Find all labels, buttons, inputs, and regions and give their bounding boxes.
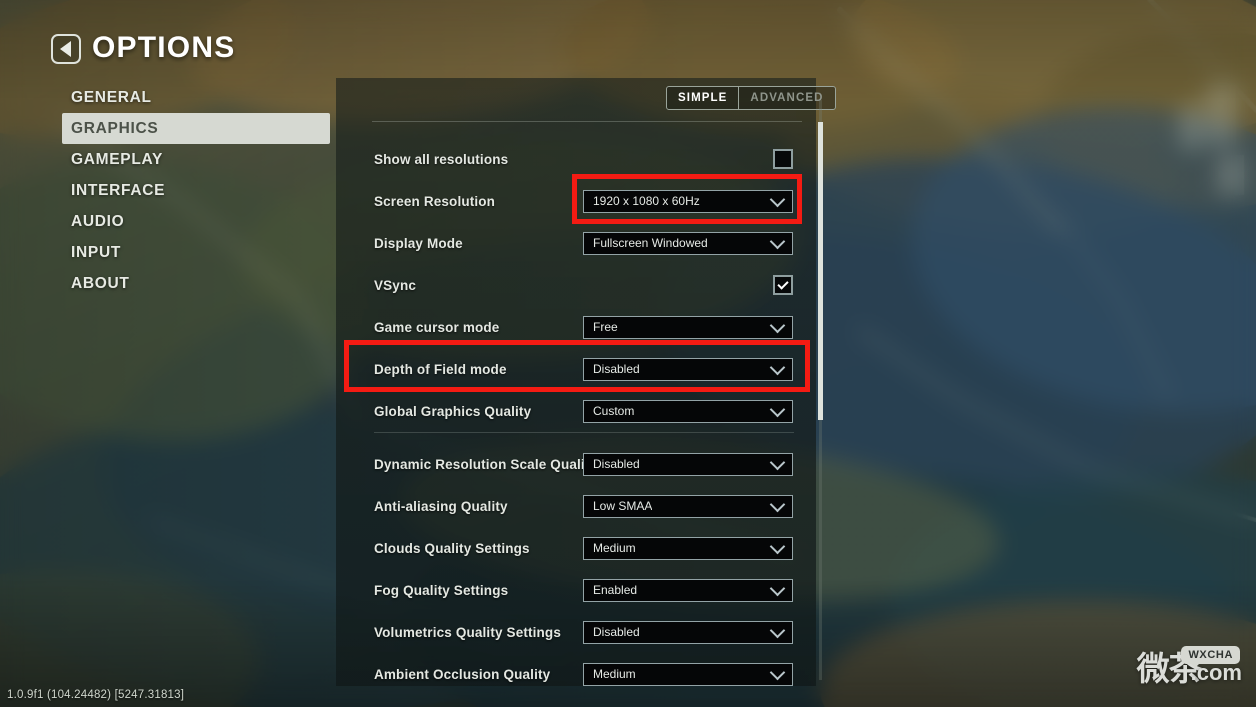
setting-row: Dynamic Resolution Scale Quality Disabled (336, 443, 816, 485)
setting-row: Ambient Occlusion Quality Medium (336, 653, 816, 695)
setting-dropdown[interactable]: Enabled (583, 578, 793, 602)
dropdown-value: Disabled (593, 457, 640, 471)
chevron-down-icon (769, 664, 786, 681)
scrollbar-thumb[interactable] (818, 122, 823, 420)
tab-simple[interactable]: SIMPLE (667, 87, 738, 109)
setting-row: Clouds Quality Settings Medium (336, 527, 816, 569)
setting-dropdown[interactable]: Fullscreen Windowed (583, 231, 793, 255)
chevron-down-icon (769, 496, 786, 513)
back-button[interactable] (51, 34, 81, 64)
sidebar-item-audio[interactable]: AUDIO (62, 206, 330, 237)
setting-row: Show all resolutions (336, 138, 816, 180)
chevron-down-icon (769, 359, 786, 376)
sidebar-item-label: GAMEPLAY (71, 150, 164, 168)
setting-label: Dynamic Resolution Scale Quality (374, 456, 598, 472)
setting-label: Ambient Occlusion Quality (374, 666, 551, 682)
setting-label: Display Mode (374, 235, 463, 251)
setting-row: VSync (336, 264, 816, 306)
setting-label: Depth of Field mode (374, 361, 507, 377)
chevron-down-icon (769, 191, 786, 208)
back-arrow-icon (59, 41, 71, 57)
setting-row: Global Graphics Quality Custom (336, 390, 816, 432)
sidebar-item-label: INPUT (71, 243, 121, 261)
sidebar-item-interface[interactable]: INTERFACE (62, 175, 330, 206)
setting-dropdown[interactable]: Medium (583, 536, 793, 560)
sidebar-item-label: GENERAL (71, 88, 152, 106)
chevron-down-icon (769, 401, 786, 418)
setting-row: Game cursor mode Free (336, 306, 816, 348)
options-header: OPTIONS (0, 0, 1256, 78)
setting-row: Depth of Field mode Disabled (336, 348, 816, 390)
setting-checkbox[interactable] (773, 149, 793, 169)
settings-section-divider (374, 432, 794, 433)
chevron-down-icon (769, 454, 786, 471)
setting-dropdown[interactable]: Medium (583, 662, 793, 686)
chevron-down-icon (769, 538, 786, 555)
sidebar-item-general[interactable]: GENERAL (62, 82, 330, 113)
sidebar-item-gameplay[interactable]: GAMEPLAY (62, 144, 330, 175)
setting-dropdown[interactable]: Disabled (583, 620, 793, 644)
setting-label: Anti-aliasing Quality (374, 498, 508, 514)
dropdown-value: Disabled (593, 362, 640, 376)
version-label: 1.0.9f1 (104.24482) [5247.31813] (7, 689, 185, 701)
options-sidebar: GENERAL GRAPHICS GAMEPLAY INTERFACE AUDIO INP… (62, 82, 330, 299)
setting-label: Clouds Quality Settings (374, 540, 530, 556)
setting-label: Screen Resolution (374, 193, 496, 209)
chevron-down-icon (769, 622, 786, 639)
sidebar-item-label: GRAPHICS (71, 119, 159, 137)
chevron-down-icon (769, 317, 786, 334)
watermark: 微茶 .com WXCHA (1137, 646, 1242, 685)
setting-dropdown[interactable]: Low SMAA (583, 494, 793, 518)
setting-label: Fog Quality Settings (374, 582, 509, 598)
sidebar-item-about[interactable]: ABOUT (62, 268, 330, 299)
setting-row: Display Mode Fullscreen Windowed (336, 222, 816, 264)
dropdown-value: Custom (593, 404, 635, 418)
setting-row: Anti-aliasing Quality Low SMAA (336, 485, 816, 527)
setting-label: Volumetrics Quality Settings (374, 624, 561, 640)
setting-dropdown[interactable]: Custom (583, 399, 793, 423)
dropdown-value: Disabled (593, 625, 640, 639)
setting-row: Fog Quality Settings Enabled (336, 569, 816, 611)
setting-label: VSync (374, 277, 417, 293)
dropdown-value: Medium (593, 667, 636, 681)
setting-label: Game cursor mode (374, 319, 500, 335)
sidebar-item-label: AUDIO (71, 212, 125, 230)
setting-label: Show all resolutions (374, 151, 509, 167)
setting-dropdown[interactable]: Free (583, 315, 793, 339)
setting-dropdown[interactable]: 1920 x 1080 x 60Hz (583, 189, 793, 213)
setting-checkbox[interactable] (773, 275, 793, 295)
dropdown-value: Low SMAA (593, 499, 653, 513)
sidebar-item-graphics[interactable]: GRAPHICS (62, 113, 330, 144)
setting-row: Screen Resolution 1920 x 1080 x 60Hz (336, 180, 816, 222)
setting-dropdown[interactable]: Disabled (583, 452, 793, 476)
setting-dropdown[interactable]: Disabled (583, 357, 793, 381)
chevron-down-icon (769, 580, 786, 597)
sidebar-item-label: ABOUT (71, 274, 130, 292)
sidebar-item-label: INTERFACE (71, 181, 166, 199)
sidebar-item-input[interactable]: INPUT (62, 237, 330, 268)
page-title: OPTIONS (92, 31, 236, 64)
chevron-down-icon (769, 233, 786, 250)
panel-top-divider (372, 121, 802, 122)
dropdown-value: Medium (593, 541, 636, 555)
dropdown-value: 1920 x 1080 x 60Hz (593, 194, 700, 208)
dropdown-value: Enabled (593, 583, 638, 597)
setting-label: Global Graphics Quality (374, 403, 532, 419)
dropdown-value: Fullscreen Windowed (593, 236, 708, 250)
dropdown-value: Free (593, 320, 618, 334)
setting-row: Volumetrics Quality Settings Disabled (336, 611, 816, 653)
check-icon (777, 278, 789, 290)
watermark-badge: WXCHA (1181, 646, 1240, 668)
mode-tabs: SIMPLE ADVANCED (666, 86, 836, 110)
